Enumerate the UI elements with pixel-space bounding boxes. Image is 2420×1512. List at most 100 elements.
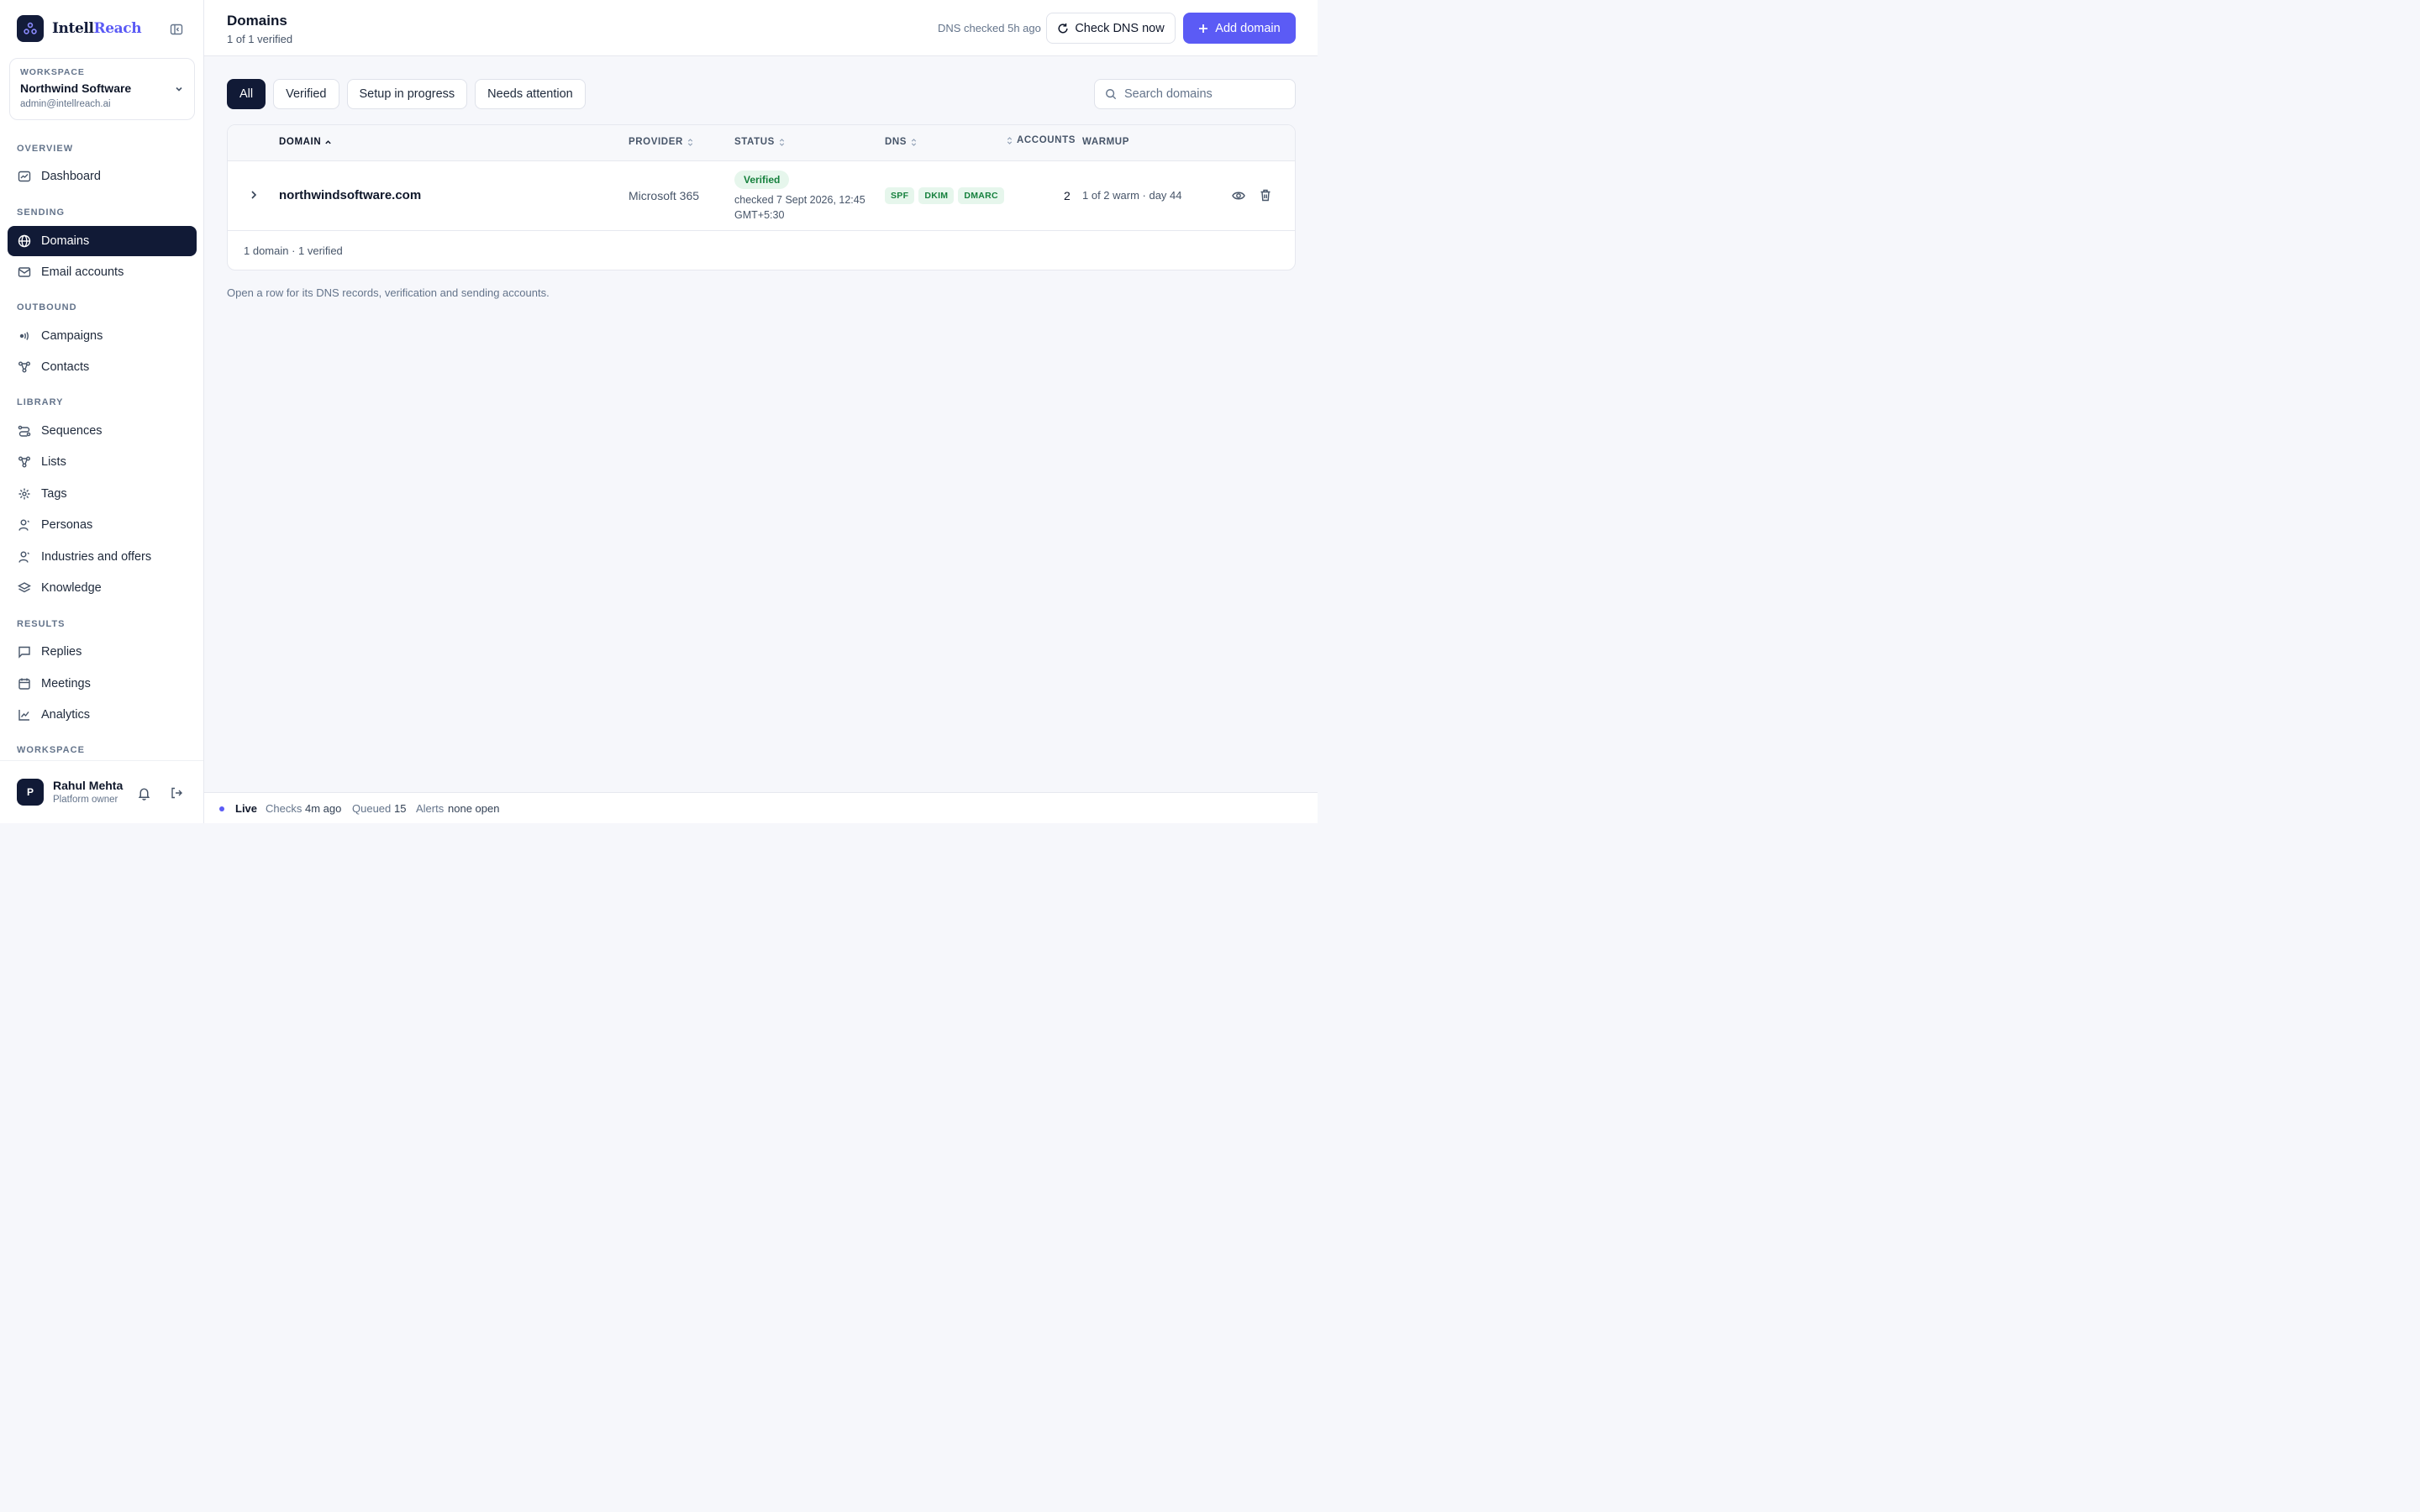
main-content: Domains 1 of 1 verified DNS checked 5h a…	[204, 0, 1318, 823]
filter-verified[interactable]: Verified	[273, 79, 339, 109]
sidebar-item-industries[interactable]: Industries and offers	[8, 542, 197, 572]
sidebar-item-label: Replies	[41, 645, 82, 659]
alerts-label: Alerts	[416, 802, 445, 815]
logout-icon[interactable]	[170, 786, 183, 800]
add-domain-label: Add domain	[1215, 21, 1281, 35]
search-icon	[1105, 88, 1117, 100]
sidebar-item-analytics[interactable]: Analytics	[8, 700, 197, 730]
add-domain-button[interactable]: Add domain	[1183, 13, 1296, 44]
user-name: Rahul Mehta	[53, 779, 124, 792]
table-summary: 1 domain · 1 verified	[244, 244, 343, 257]
column-provider[interactable]: PROVIDER	[629, 137, 694, 147]
accounts-count: 2	[1064, 189, 1071, 202]
layers-icon	[18, 581, 31, 595]
brand-name: IntellReach	[52, 20, 142, 37]
sidebar-item-label: Email accounts	[41, 265, 124, 279]
page-header: Domains 1 of 1 verified DNS checked 5h a…	[204, 0, 1318, 56]
trash-icon[interactable]	[1260, 189, 1271, 202]
workspace-switcher[interactable]: WORKSPACE Northwind Software admin@intel…	[9, 58, 195, 120]
sidebar-item-email-accounts[interactable]: Email accounts	[8, 257, 197, 287]
sort-icon	[683, 138, 694, 147]
avatar[interactable]: P	[17, 779, 44, 806]
table-header: DOMAIN PROVIDER STATUS DNS ACCOUNTS WARM…	[228, 125, 1295, 161]
route-icon	[18, 424, 31, 438]
sidebar-item-replies[interactable]: Replies	[8, 637, 197, 667]
status-checked-time: checked 7 Sept 2026, 12:45 GMT+5:30	[734, 194, 865, 221]
network-icon	[18, 455, 31, 469]
status-bar: Live Checks 4m ago Queued 15 Alerts none…	[204, 792, 1318, 823]
nav-section-results: RESULTS	[17, 619, 66, 629]
column-dns[interactable]: DNS	[885, 137, 918, 147]
nav-section-workspace: WORKSPACE	[17, 745, 85, 755]
refresh-icon	[1057, 23, 1075, 34]
dashboard-icon	[18, 170, 31, 183]
sort-icon	[1002, 136, 1013, 145]
workspace-label: WORKSPACE	[20, 67, 85, 77]
sidebar-item-label: Tags	[41, 487, 67, 501]
chevron-down-icon	[174, 84, 184, 94]
live-dot-icon	[219, 806, 224, 811]
user-icon	[18, 518, 31, 532]
line-chart-icon	[18, 708, 31, 722]
search-input[interactable]	[1124, 87, 1284, 101]
sidebar-item-personas[interactable]: Personas	[8, 510, 197, 540]
domain-name[interactable]: northwindsoftware.com	[279, 188, 421, 202]
filter-all[interactable]: All	[227, 79, 266, 109]
filter-needs-attention[interactable]: Needs attention	[475, 79, 586, 109]
sort-icon	[775, 138, 786, 147]
alerts-value: none open	[448, 802, 500, 815]
sidebar-item-label: Dashboard	[41, 170, 101, 183]
sidebar-item-label: Knowledge	[41, 581, 102, 595]
sidebar-item-label: Personas	[41, 518, 93, 532]
check-dns-label: Check DNS now	[1075, 21, 1165, 35]
user-role: Platform owner	[53, 795, 118, 805]
sidebar-item-label: Industries and offers	[41, 550, 152, 564]
sidebar-item-domains[interactable]: Domains	[8, 226, 197, 256]
column-domain[interactable]: DOMAIN	[279, 137, 332, 147]
workspace-name: Northwind Software	[20, 81, 132, 95]
live-status: Live	[235, 802, 258, 815]
check-dns-button[interactable]: Check DNS now	[1046, 13, 1176, 44]
queued-value: 15	[394, 802, 407, 815]
sidebar-item-contacts[interactable]: Contacts	[8, 352, 197, 382]
column-status[interactable]: STATUS	[734, 137, 786, 147]
sidebar-item-campaigns[interactable]: Campaigns	[8, 321, 197, 351]
app: IntellReach WORKSPACE Northwind Software…	[0, 0, 1318, 823]
search-box[interactable]	[1094, 79, 1296, 109]
column-warmup[interactable]: WARMUP	[1082, 137, 1129, 147]
sidebar-item-lists[interactable]: Lists	[8, 447, 197, 477]
dns-badge-dkim: DKIM	[918, 187, 955, 204]
status-badge: Verified	[734, 171, 790, 189]
chevron-right-icon[interactable]	[248, 189, 260, 201]
sidebar-item-label: Domains	[41, 234, 90, 248]
nav-section-overview: OVERVIEW	[17, 144, 74, 154]
sparkle-icon	[18, 487, 31, 501]
eye-icon[interactable]	[1232, 190, 1245, 202]
bell-icon[interactable]	[137, 786, 151, 801]
table-row[interactable]: northwindsoftware.com Microsoft 365 Veri…	[228, 161, 1295, 231]
queued-label: Queued	[352, 802, 392, 815]
logo-icon	[17, 15, 44, 42]
network-icon	[18, 360, 31, 374]
sidebar-item-label: Sequences	[41, 424, 103, 438]
sidebar-item-label: Campaigns	[41, 329, 103, 343]
sort-asc-icon	[321, 139, 332, 146]
sidebar-item-knowledge[interactable]: Knowledge	[8, 573, 197, 603]
plus-icon	[1198, 24, 1215, 34]
sidebar-item-meetings[interactable]: Meetings	[8, 669, 197, 699]
sidebar-collapse-icon[interactable]	[166, 19, 187, 39]
sidebar-item-sequences[interactable]: Sequences	[8, 416, 197, 446]
sidebar-item-tags[interactable]: Tags	[8, 479, 197, 509]
page-subtitle: 1 of 1 verified	[227, 33, 293, 45]
dns-badge-spf: SPF	[885, 187, 915, 204]
sort-icon	[907, 138, 918, 147]
dns-badges: SPF DKIM DMARC	[885, 187, 1008, 204]
filter-setup-in-progress[interactable]: Setup in progress	[346, 79, 468, 109]
dns-checked-status: DNS checked 5h ago	[938, 22, 1041, 34]
globe-icon	[18, 234, 31, 248]
user-block: P Rahul Mehta Platform owner	[0, 760, 203, 823]
column-accounts[interactable]: ACCOUNTS	[1002, 135, 1076, 145]
brand[interactable]: IntellReach	[17, 15, 142, 42]
sidebar-item-dashboard[interactable]: Dashboard	[8, 161, 197, 192]
table-hint: Open a row for its DNS records, verifica…	[227, 286, 550, 299]
